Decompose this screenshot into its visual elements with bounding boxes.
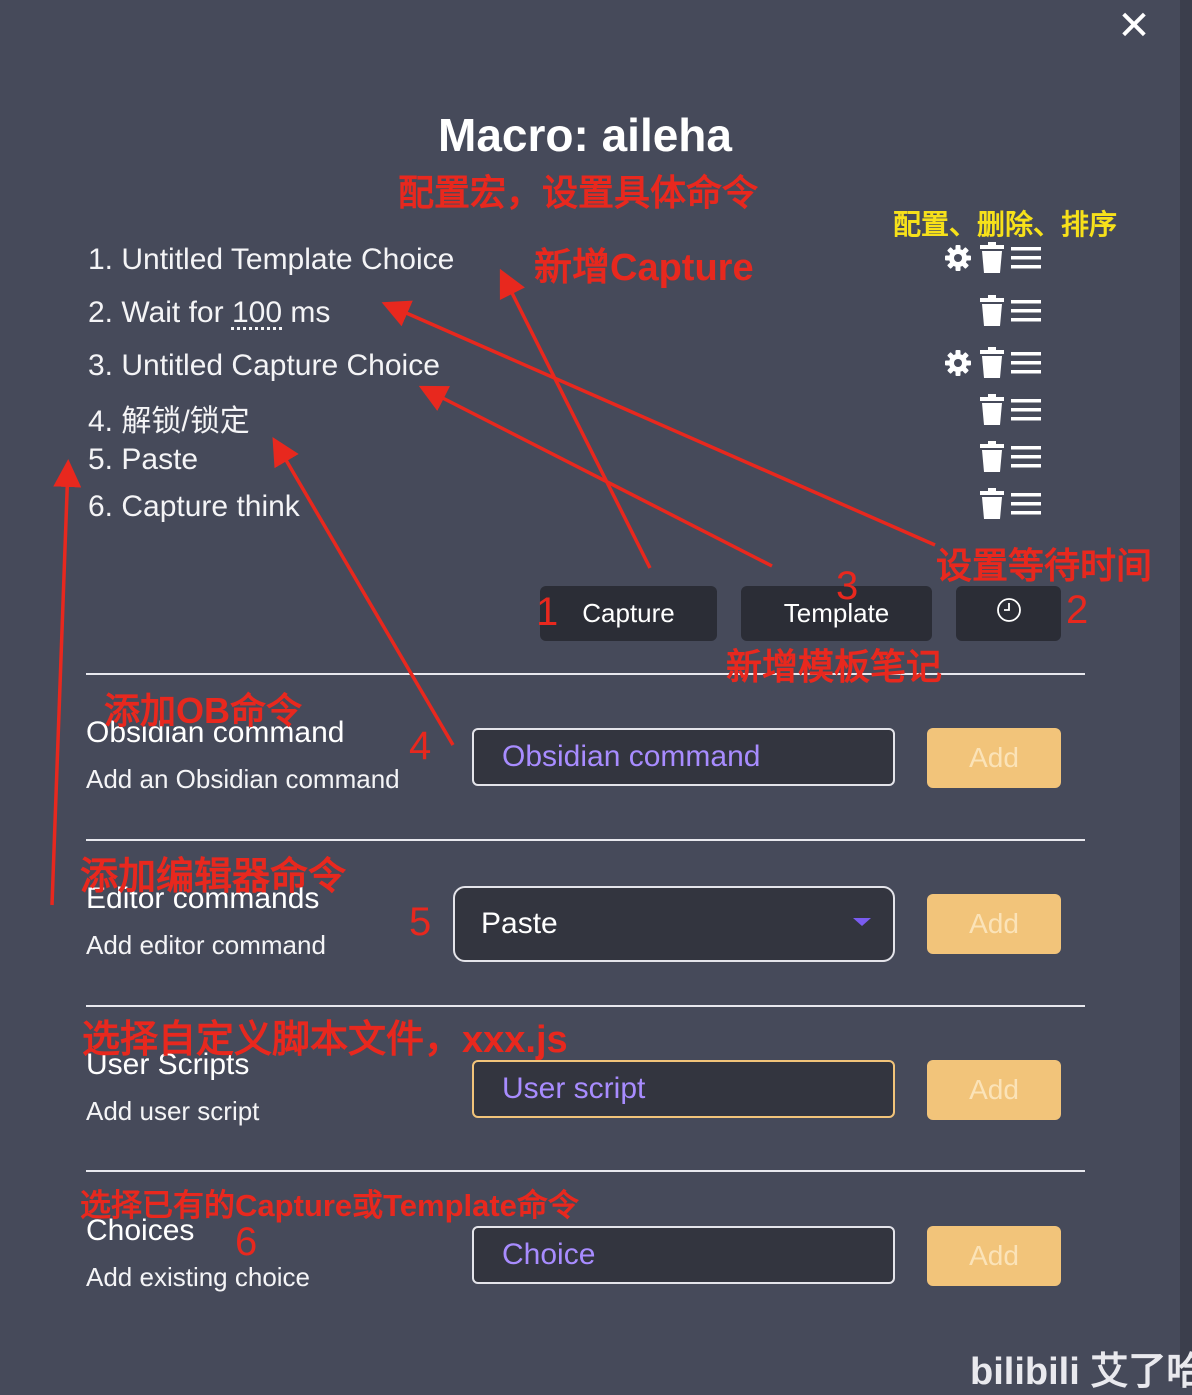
annotation-user-script: 选择自定义脚本文件，xxx.js — [82, 1019, 568, 1061]
annotation-add-editor: 添加编辑器命令 — [80, 856, 347, 898]
annotation-number-6: 6 — [235, 1220, 258, 1264]
annotation-number-4: 4 — [409, 724, 432, 768]
annotation-configure-macro: 配置宏，设置具体命令 — [398, 172, 759, 213]
annotation-set-wait: 设置等待时间 — [936, 545, 1153, 586]
arrow-capture — [499, 268, 652, 569]
arrow-obsidian — [272, 436, 455, 746]
annotation-add-ob: 添加OB命令 — [104, 690, 303, 731]
annotation-config-delete-sort: 配置、删除、排序 — [893, 209, 1118, 240]
annotation-number-3: 3 — [836, 564, 859, 608]
annotation-number-5: 5 — [409, 900, 432, 944]
annotation-new-capture: 新增Capture — [534, 247, 754, 289]
annotation-number-1: 1 — [536, 590, 559, 634]
annotation-new-template: 新增模板笔记 — [726, 646, 943, 687]
annotation-number-2: 2 — [1066, 588, 1089, 632]
arrow-editor — [50, 459, 82, 906]
arrow-template — [418, 385, 773, 568]
annotation-existing-choice: 选择已有的Capture或Template命令 — [80, 1188, 579, 1223]
